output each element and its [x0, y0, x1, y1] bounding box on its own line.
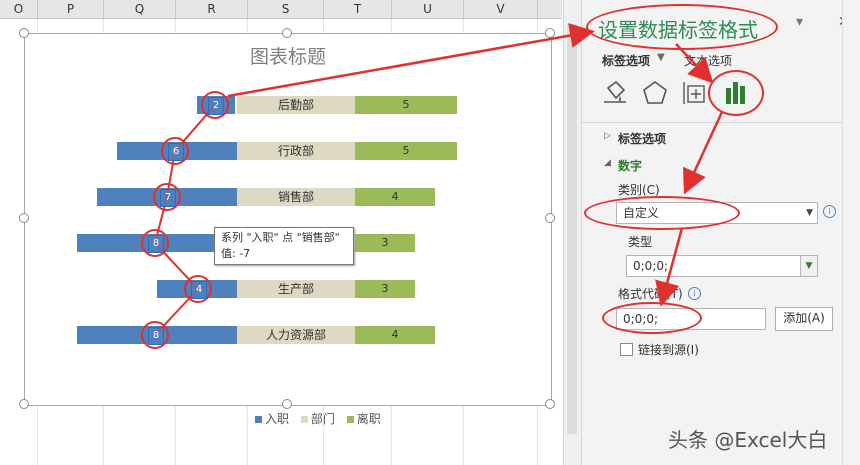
annotation-arrows [227, 23, 724, 307]
watermark: 头条 @Excel大白 [668, 428, 828, 452]
